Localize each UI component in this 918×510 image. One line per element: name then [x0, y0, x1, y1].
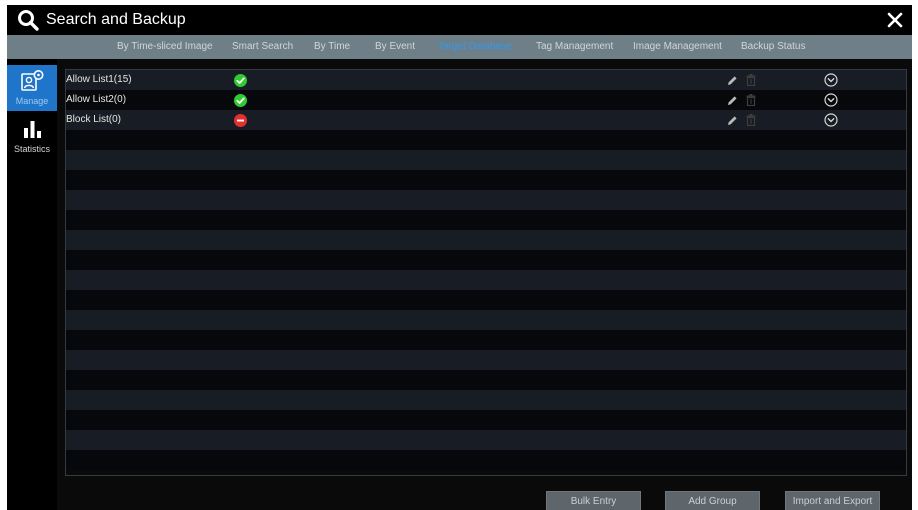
list-item[interactable]: Allow List2(0) [66, 90, 906, 110]
sidebar-item-manage[interactable]: Manage [7, 65, 57, 111]
empty-row [66, 290, 906, 310]
import-export-button[interactable]: Import and Export [785, 491, 880, 510]
empty-row [66, 150, 906, 170]
manage-icon [21, 70, 44, 91]
chevron-down-icon[interactable] [824, 93, 838, 107]
group-name: Block List(0) [66, 114, 122, 125]
empty-row [66, 410, 906, 430]
tab-image-management[interactable]: Image Management [633, 35, 722, 59]
empty-row [66, 170, 906, 190]
tab-target-database[interactable]: Target Database [438, 35, 511, 59]
chevron-down-icon[interactable] [824, 73, 838, 87]
check-circle-icon [234, 74, 247, 87]
edit-icon[interactable] [727, 75, 738, 86]
bulk-entry-button[interactable]: Bulk Entry [546, 491, 641, 510]
search-icon [18, 10, 39, 31]
title-bar: Search and Backup [7, 5, 912, 35]
delete-icon[interactable] [746, 94, 756, 106]
empty-row [66, 450, 906, 470]
sidebar-item-label: Statistics [13, 144, 50, 154]
empty-row [66, 190, 906, 210]
empty-row [66, 370, 906, 390]
sidebar-item-label: Manage [15, 96, 49, 106]
tab-by-event[interactable]: By Event [375, 35, 415, 59]
list-item[interactable]: Allow List1(15) [66, 70, 906, 90]
empty-row [66, 210, 906, 230]
close-icon[interactable] [884, 9, 906, 31]
group-name: Allow List2(0) [66, 94, 127, 105]
list-item[interactable]: Block List(0) [66, 110, 906, 130]
empty-row [66, 270, 906, 290]
delete-icon[interactable] [746, 114, 756, 126]
edit-icon[interactable] [727, 95, 738, 106]
empty-row [66, 430, 906, 450]
sidebar-item-statistics[interactable]: Statistics [7, 113, 57, 159]
group-list: Allow List1(15) Allow List2(0) Block Lis… [65, 69, 907, 476]
main-content: Allow List1(15) Allow List2(0) Block Lis… [57, 59, 912, 510]
empty-row [66, 330, 906, 350]
tab-by-time[interactable]: By Time [314, 35, 350, 59]
statistics-icon [24, 121, 41, 138]
minus-circle-icon [234, 114, 247, 127]
tab-tag-management[interactable]: Tag Management [536, 35, 613, 59]
edit-icon[interactable] [727, 115, 738, 126]
tab-smart-search[interactable]: Smart Search [232, 35, 293, 59]
empty-row [66, 310, 906, 330]
tab-bar: By Time-sliced Image Smart Search By Tim… [7, 35, 912, 59]
add-group-button[interactable]: Add Group [665, 491, 760, 510]
empty-row [66, 390, 906, 410]
chevron-down-icon[interactable] [824, 113, 838, 127]
empty-row [66, 350, 906, 370]
empty-row [66, 130, 906, 150]
empty-row [66, 250, 906, 270]
window-title: Search and Backup [46, 11, 186, 28]
tab-backup-status[interactable]: Backup Status [741, 35, 805, 59]
group-name: Allow List1(15) [66, 74, 132, 85]
empty-row [66, 230, 906, 250]
sidebar: Manage Statistics [7, 59, 57, 510]
search-and-backup-window: Search and Backup By Time-sliced Image S… [7, 5, 912, 510]
delete-icon[interactable] [746, 74, 756, 86]
tab-by-time-sliced-image[interactable]: By Time-sliced Image [117, 35, 213, 59]
check-circle-icon [234, 94, 247, 107]
